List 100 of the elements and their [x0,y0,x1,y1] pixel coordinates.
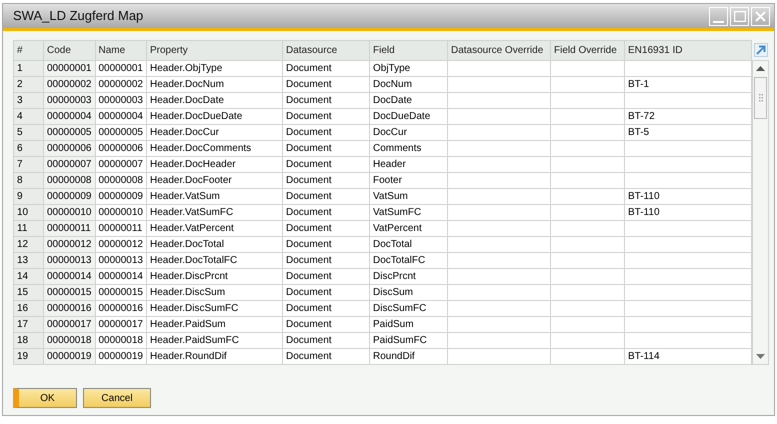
table-cell: 00000006 [95,140,146,156]
table-cell: BT-114 [624,348,752,364]
window-title: SWA_LD Zugferd Map [13,7,144,26]
table-cell: Header.DiscSumFC [146,300,282,316]
maximize-button[interactable] [730,6,749,26]
table-cell: 00000012 [44,236,95,252]
scroll-up-icon[interactable] [756,66,765,70]
table-cell: PaidSum [370,316,448,332]
table-cell: BT-110 [624,188,752,204]
table-cell: Header.DiscPrcnt [146,268,282,284]
table-cell: 00000019 [95,348,146,364]
table-cell: 00000001 [95,60,146,76]
close-button[interactable] [751,6,770,26]
table-cell: DiscSumFC [370,300,448,316]
table-cell: 12 [14,236,44,252]
table-cell: 00000016 [95,300,146,316]
column-header[interactable]: Datasource [282,40,370,60]
table-cell: Document [282,76,370,92]
ok-button[interactable]: OK [13,388,77,408]
table-cell: Document [282,172,370,188]
table-cell: 00000014 [44,268,95,284]
table-cell: BT-1 [624,76,752,92]
table-cell: 00000010 [95,204,146,220]
table-cell: 4 [14,108,44,124]
minimize-icon [713,21,724,23]
table-cell: 17 [14,316,44,332]
table-cell: DocDate [370,92,448,108]
table-cell: Comments [370,140,448,156]
table-cell: Document [282,220,370,236]
table-cell: 00000003 [95,92,146,108]
table-cell: 00000011 [44,220,95,236]
table-cell: 9 [14,188,44,204]
table-cell: Document [282,140,370,156]
table-cell: Document [282,60,370,76]
scrollbar[interactable] [752,60,769,365]
table-cell: Header.VatSum [146,188,282,204]
table-cell: BT-5 [624,124,752,140]
column-header[interactable]: Field Override [550,40,624,60]
table-cell: Document [282,284,370,300]
table-cell: Document [282,348,370,364]
table-cell: DocTotal [370,236,448,252]
table-cell: Header.VatPercent [146,220,282,236]
table-cell: 00000009 [95,188,146,204]
table-cell: VatSumFC [370,204,448,220]
table-cell: Header.DocDate [146,92,282,108]
table-cell: Footer [370,172,448,188]
table-cell: Header.DiscSum [146,284,282,300]
table-cell: BT-72 [624,108,752,124]
table-cell: Header.DocCur [146,124,282,140]
table-cell: 00000019 [44,348,95,364]
column-header[interactable]: Datasource Override [448,40,550,60]
expand-arrow-icon[interactable] [754,43,768,57]
table-cell: 00000003 [44,92,95,108]
table-cell: PaidSumFC [370,332,448,348]
table-cell: 6 [14,140,44,156]
table-cell: 13 [14,252,44,268]
minimize-button[interactable] [709,6,728,26]
table-cell: 00000011 [95,220,146,236]
column-header[interactable]: # [14,40,44,60]
table-cell: 00000007 [44,156,95,172]
table-cell: Document [282,108,370,124]
table-cell: 00000006 [44,140,95,156]
table-cell: 00000005 [44,124,95,140]
column-header[interactable]: EN16931 ID [624,40,752,60]
table-cell: 5 [14,124,44,140]
table-cell: ObjType [370,60,448,76]
table-cell: DiscPrcnt [370,268,448,284]
table-cell: 00000018 [44,332,95,348]
column-header[interactable]: Property [146,40,282,60]
table-cell: 00000013 [44,252,95,268]
table-cell: Document [282,268,370,284]
table-cell: 19 [14,348,44,364]
table-cell: 00000018 [95,332,146,348]
table-cell: 00000007 [95,156,146,172]
table-cell: 00000008 [95,172,146,188]
table-cell: BT-110 [624,204,752,220]
column-header[interactable]: Code [44,40,95,60]
table-cell: 00000012 [95,236,146,252]
table-cell: 00000016 [44,300,95,316]
table-cell: Document [282,92,370,108]
column-header[interactable]: Field [370,40,448,60]
table-cell: 11 [14,220,44,236]
table-cell: Header.DocNum [146,76,282,92]
table-cell: 00000017 [44,316,95,332]
scroll-thumb[interactable] [754,77,767,119]
column-header[interactable]: Name [95,40,146,60]
table-cell: 18 [14,332,44,348]
table-cell: VatPercent [370,220,448,236]
table-cell: Header.DocTotal [146,236,282,252]
table-cell: Header.VatSumFC [146,204,282,220]
table-cell: Document [282,156,370,172]
table-cell: Header [370,156,448,172]
table-cell: 00000015 [44,284,95,300]
table-cell: 00000001 [44,60,95,76]
table-cell: Document [282,236,370,252]
table-cell: Document [282,316,370,332]
scroll-down-icon[interactable] [756,354,765,358]
table-cell: DiscSum [370,284,448,300]
table-cell: 00000015 [95,284,146,300]
cancel-button[interactable]: Cancel [83,388,151,408]
